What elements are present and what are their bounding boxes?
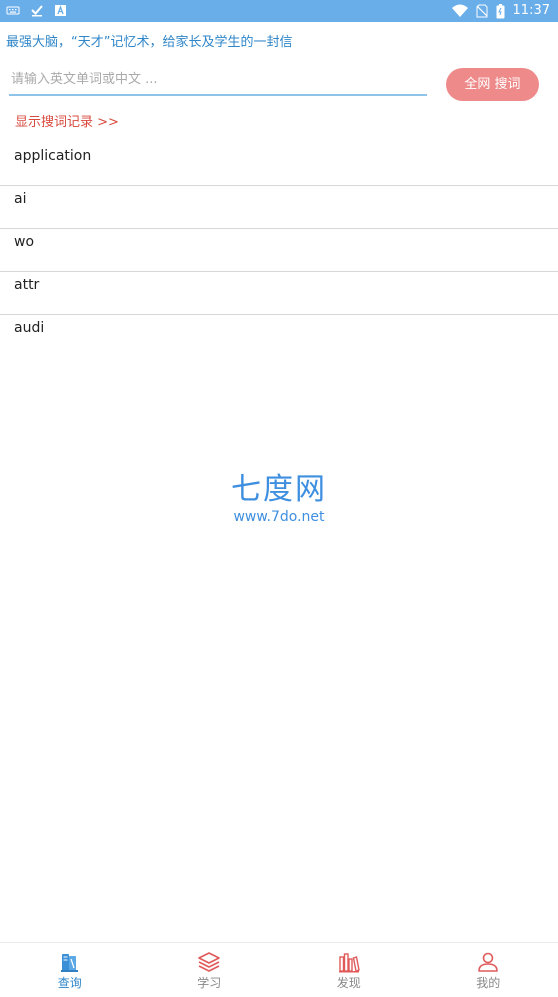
wifi-icon: [452, 4, 468, 18]
layers-icon: [197, 950, 221, 974]
nav-tab-profile[interactable]: 我的: [419, 943, 558, 997]
history-item-label: ai: [14, 191, 26, 207]
show-history-link[interactable]: 显示搜词记录 >>: [15, 111, 119, 130]
nav-label: 发现: [279, 975, 419, 991]
watermark: 七度网 www.7do.net: [0, 472, 558, 526]
history-item[interactable]: audi: [0, 315, 558, 358]
nav-tab-discover[interactable]: 发现: [279, 943, 419, 997]
books-icon: [58, 950, 82, 974]
nav-label: 学习: [140, 975, 280, 991]
search-button[interactable]: 全网 搜词: [446, 68, 539, 101]
status-notifications: [6, 3, 67, 17]
history-item[interactable]: ai: [0, 186, 558, 229]
watermark-url: www.7do.net: [0, 508, 558, 526]
watermark-logo: 七度网: [0, 472, 558, 508]
battery-icon: [496, 4, 505, 19]
nav-label: 查询: [0, 975, 140, 991]
history-list: application ai wo attr audi: [0, 143, 558, 358]
history-item[interactable]: wo: [0, 229, 558, 272]
bookshelf-icon: [337, 950, 361, 974]
history-item-label: audi: [14, 320, 44, 336]
history-item[interactable]: application: [0, 143, 558, 186]
nav-tab-search[interactable]: 查询: [0, 943, 140, 997]
status-time: 11:37: [513, 2, 550, 20]
keyboard-icon: [6, 4, 20, 16]
no-sim-icon: [476, 4, 488, 18]
check-icon: [30, 3, 44, 17]
history-item-label: wo: [14, 234, 34, 250]
a-box-icon: [54, 4, 67, 17]
nav-label: 我的: [419, 975, 558, 991]
slogan-link[interactable]: 最强大脑，“天才”记忆术，给家长及学生的一封信: [6, 31, 292, 50]
history-item[interactable]: attr: [0, 272, 558, 315]
bottom-nav: 查询 学习 发现 我的: [0, 942, 558, 997]
nav-tab-study[interactable]: 学习: [140, 943, 280, 997]
status-system: 11:37: [452, 2, 550, 20]
status-bar: 11:37: [0, 0, 558, 22]
history-item-label: attr: [14, 277, 39, 293]
search-field-wrapper: [9, 66, 427, 96]
history-item-label: application: [14, 148, 91, 164]
user-icon: [476, 950, 500, 974]
search-input[interactable]: [9, 66, 431, 92]
